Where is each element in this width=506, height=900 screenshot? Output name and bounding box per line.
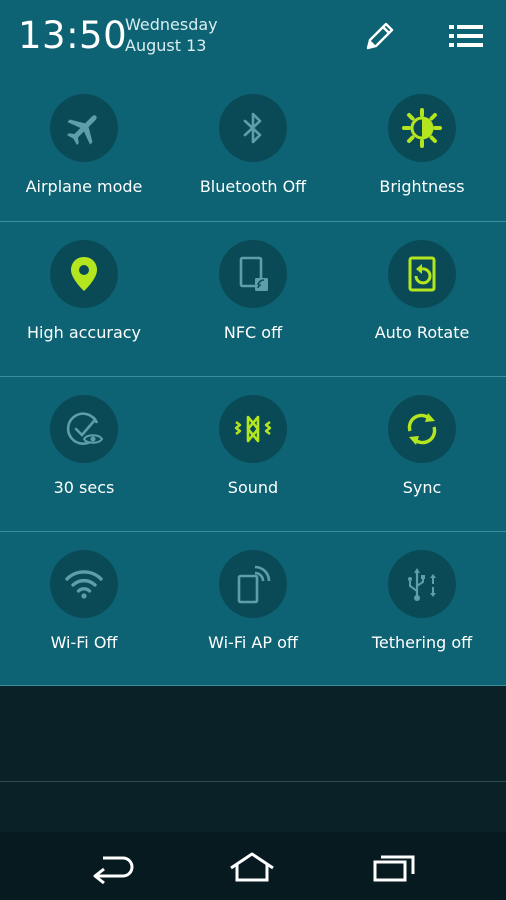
wifi-toggle[interactable]: Wi-Fi Off: [0, 532, 168, 686]
usb-tethering-toggle[interactable]: Tethering off: [338, 532, 506, 686]
nfc-toggle[interactable]: NFC off: [169, 222, 337, 376]
airplane-icon: [67, 115, 97, 145]
auto-rotate-toggle[interactable]: Auto Rotate: [338, 222, 506, 376]
toggle-circle: [219, 395, 287, 463]
toggle-circle: [50, 94, 118, 162]
brightness-toggle[interactable]: Brightness: [338, 76, 506, 230]
notification-divider: [0, 781, 506, 782]
date-display: Wednesday August 13: [125, 14, 218, 56]
toggle-circle: [50, 550, 118, 618]
wifi-hotspot-icon: [237, 565, 271, 604]
tile-label: Wi-Fi Off: [50, 633, 118, 652]
quick-settings-panel: 13:50 Wednesday August 13 Airplane mode …: [0, 0, 506, 686]
usb-tethering-icon: [408, 568, 436, 601]
tile-label: Airplane mode: [25, 177, 143, 196]
back-icon: [93, 856, 134, 884]
panel-divider: [0, 685, 506, 686]
settings-list-button[interactable]: [446, 16, 486, 56]
wifi-icon: [65, 570, 103, 599]
list-icon: [449, 25, 483, 47]
tile-label: Sync: [402, 478, 442, 497]
bluetooth-icon: [243, 112, 262, 144]
quick-settings-row-2: High accuracy NFC off Auto Rotate: [0, 221, 506, 376]
toggle-circle: [50, 395, 118, 463]
location-toggle[interactable]: High accuracy: [0, 222, 168, 376]
sync-toggle[interactable]: Sync: [338, 377, 506, 531]
tile-label: 30 secs: [53, 478, 115, 497]
recent-apps-icon: [373, 855, 415, 882]
toggle-circle: [388, 395, 456, 463]
tile-label: High accuracy: [26, 323, 142, 342]
wifi-hotspot-toggle[interactable]: Wi-Fi AP off: [169, 532, 337, 686]
sync-icon: [407, 413, 437, 445]
toggle-circle: [388, 94, 456, 162]
brightness-icon: [402, 108, 442, 148]
tile-label: NFC off: [223, 323, 283, 342]
tile-label: Bluetooth Off: [199, 177, 307, 196]
edit-button[interactable]: [360, 16, 400, 56]
quick-settings-row-1: Airplane mode Bluetooth Off Brightness: [0, 76, 506, 230]
auto-rotate-icon: [408, 256, 436, 292]
quick-settings-row-4: Wi-Fi Off Wi-Fi AP off Tethering off: [0, 531, 506, 686]
recent-apps-button[interactable]: [364, 850, 424, 884]
quick-settings-row-3: 30 secs Sound Sync: [0, 376, 506, 531]
navigation-bar: [0, 832, 506, 900]
tile-label: Sound: [227, 478, 279, 497]
toggle-circle: [388, 550, 456, 618]
sound-vibrate-icon: [234, 415, 272, 443]
sound-toggle[interactable]: Sound: [169, 377, 337, 531]
airplane-mode-toggle[interactable]: Airplane mode: [0, 76, 168, 230]
smart-stay-icon: [66, 412, 104, 445]
tile-label: Brightness: [379, 177, 465, 196]
toggle-circle: [219, 94, 287, 162]
toggle-circle: [388, 240, 456, 308]
tile-label: Wi-Fi AP off: [208, 633, 298, 652]
home-icon: [230, 852, 274, 882]
pencil-icon: [366, 22, 394, 50]
bluetooth-toggle[interactable]: Bluetooth Off: [169, 76, 337, 230]
toggle-circle: [50, 240, 118, 308]
date-label: August 13: [125, 36, 207, 55]
tile-label: Auto Rotate: [374, 323, 470, 342]
location-icon: [71, 257, 97, 291]
home-button[interactable]: [222, 850, 282, 884]
back-button[interactable]: [82, 850, 142, 884]
weekday-label: Wednesday: [125, 15, 218, 34]
nfc-icon: [239, 256, 268, 291]
clock: 13:50: [18, 14, 128, 57]
toggle-circle: [219, 240, 287, 308]
smart-stay-toggle[interactable]: 30 secs: [0, 377, 168, 531]
tile-label: Tethering off: [371, 633, 473, 652]
notification-header: 13:50 Wednesday August 13: [0, 0, 506, 76]
toggle-circle: [219, 550, 287, 618]
